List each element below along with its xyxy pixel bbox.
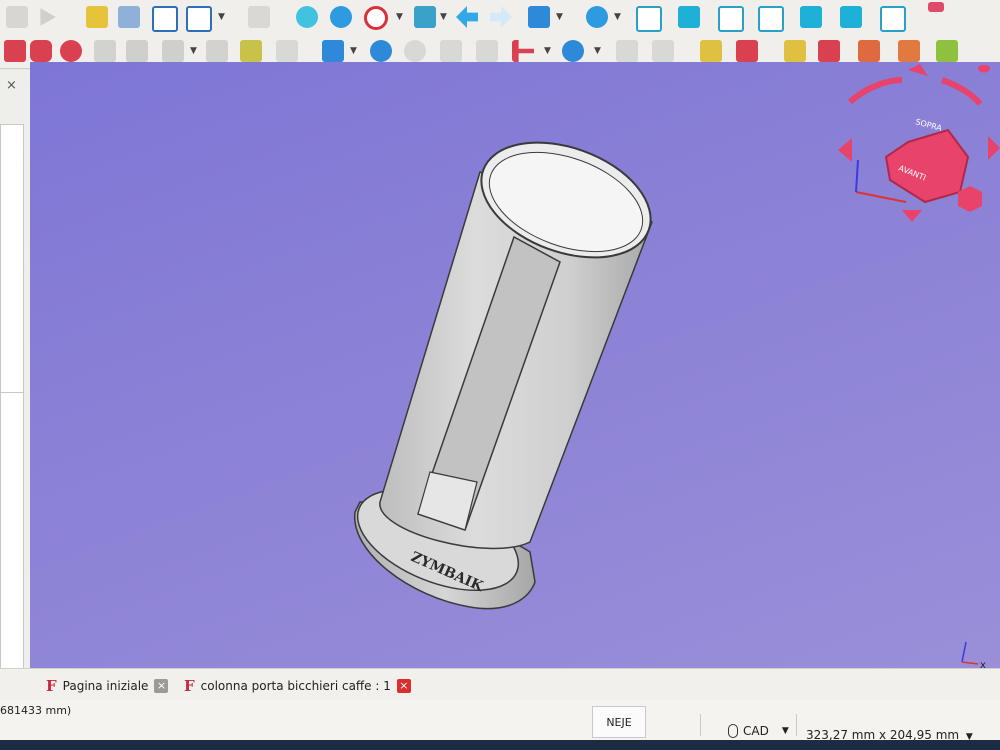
chevron-down-icon[interactable]: ▼ [594,46,601,56]
left-view-icon[interactable] [880,6,906,32]
ruled-surface-icon[interactable] [276,40,298,62]
chevron-down-icon[interactable]: ▼ [556,12,563,22]
chevron-down-icon[interactable]: ▼ [614,12,621,22]
fillet-icon[interactable] [206,40,228,62]
tab-label: Pagina iniziale [62,679,149,693]
export-icon[interactable] [152,6,178,32]
common-icon[interactable] [736,40,758,62]
cut-icon[interactable] [652,40,674,62]
shape-builder-icon[interactable] [858,40,880,62]
import-icon[interactable] [186,6,212,32]
navcube-arrow-left-icon[interactable] [838,138,852,162]
navigation-cube[interactable]: SOPRA AVANTI [838,64,1000,222]
close-icon[interactable]: × [154,679,169,693]
check-geometry-icon[interactable] [784,40,806,62]
navcube-arrow-right-icon[interactable] [988,136,1000,160]
axis-cross-icon: x [961,641,986,671]
document-tab-bar: F Pagina iniziale × F colonna porta bicc… [0,668,1000,701]
navcube-arrow-top-icon[interactable] [908,64,928,76]
close-icon[interactable]: × [6,78,17,93]
std-views-icon[interactable] [528,6,550,28]
extrude-icon[interactable] [94,40,116,62]
navigation-style-selector[interactable]: CAD ▼ [728,724,789,738]
chevron-down-icon[interactable]: ▼ [190,46,197,56]
tab-label: colonna porta bicchieri caffe : 1 [200,679,391,693]
combo-view-panel: × [0,70,30,684]
divider [796,714,797,736]
mouse-icon [728,724,738,738]
navcube-rotate-right-icon[interactable] [941,77,983,106]
property-view [0,392,24,684]
fuse-icon[interactable] [700,40,722,62]
main-toolbar: ▼ ▼ ▼ ▼ ▼ [0,0,1000,34]
right-view-icon[interactable] [758,6,784,32]
stereo-icon[interactable] [414,6,436,28]
attachment-icon[interactable] [898,40,920,62]
whats-this-icon[interactable] [248,6,270,28]
back-arrow-icon[interactable] [456,6,478,28]
measure-icon[interactable] [586,6,608,28]
tab-document[interactable]: F colonna porta bicchieri caffe : 1 × [184,675,411,697]
zoom-icon[interactable] [330,6,352,28]
grayed-icon[interactable] [6,6,28,28]
iso-view-icon[interactable] [636,6,662,32]
no-draw-style-icon[interactable] [364,6,388,30]
sphere-icon[interactable] [60,40,82,62]
axis-z-icon [855,159,859,193]
navcube-arrow-bottom-icon[interactable] [902,210,922,222]
cylinder-icon[interactable] [30,40,52,62]
os-taskbar [0,740,1000,750]
status-message: 681433 mm) [0,704,72,717]
chevron-down-icon[interactable]: ▼ [396,12,403,22]
boolean-icon[interactable] [616,40,638,62]
freecad-logo-icon: F [46,677,57,695]
chevron-down-icon[interactable]: ▼ [440,12,447,22]
axis-x-icon [855,191,907,203]
section-icon[interactable] [404,40,426,62]
cross-sections-icon[interactable] [440,40,462,62]
part-workbench-icon[interactable] [928,2,944,12]
navcube-view-menu-icon[interactable] [958,186,982,212]
bottom-view-icon[interactable] [840,6,862,28]
open-folder-icon[interactable] [118,6,140,28]
forward-arrow-icon[interactable] [490,6,512,28]
nav-style-label: CAD [743,724,769,738]
3d-viewport[interactable]: SOPRA AVANTI x ZYMBAIK [30,62,1000,674]
cup-holder-column [379,141,653,550]
compound-icon[interactable] [562,40,584,62]
model-scene: SOPRA AVANTI x ZYMBAIK [354,64,1000,671]
sweep-icon[interactable] [370,40,392,62]
divider [700,714,701,736]
rear-view-icon[interactable] [800,6,822,28]
chevron-down-icon: ▼ [781,726,789,736]
defeaturing-icon[interactable] [818,40,840,62]
attachment-icon[interactable] [936,40,958,62]
neje-button[interactable]: NEJE [592,706,646,738]
play-icon[interactable] [40,8,56,26]
top-view-icon[interactable] [718,6,744,32]
fit-all-icon[interactable] [296,6,318,28]
thickness-icon[interactable] [512,40,534,62]
chevron-down-icon[interactable]: ▼ [544,46,551,56]
chevron-down-icon[interactable]: ▼ [350,46,357,56]
mirror-icon[interactable] [162,40,184,62]
navcube-rotate-left-icon[interactable] [847,77,903,105]
loft-icon[interactable] [322,40,344,62]
close-icon[interactable]: × [396,679,411,693]
offset-icon[interactable] [476,40,498,62]
navcube-close-icon[interactable] [978,65,990,73]
new-part-icon[interactable] [86,6,108,28]
front-view-icon[interactable] [678,6,700,28]
tab-start-page[interactable]: F Pagina iniziale × [46,675,169,697]
chevron-down-icon[interactable]: ▼ [218,12,225,22]
revolve-icon[interactable] [126,40,148,62]
freecad-logo-icon: F [184,677,195,695]
chamfer-icon[interactable] [240,40,262,62]
navcube-top-label: SOPRA [914,117,943,133]
box-icon[interactable] [4,40,26,62]
